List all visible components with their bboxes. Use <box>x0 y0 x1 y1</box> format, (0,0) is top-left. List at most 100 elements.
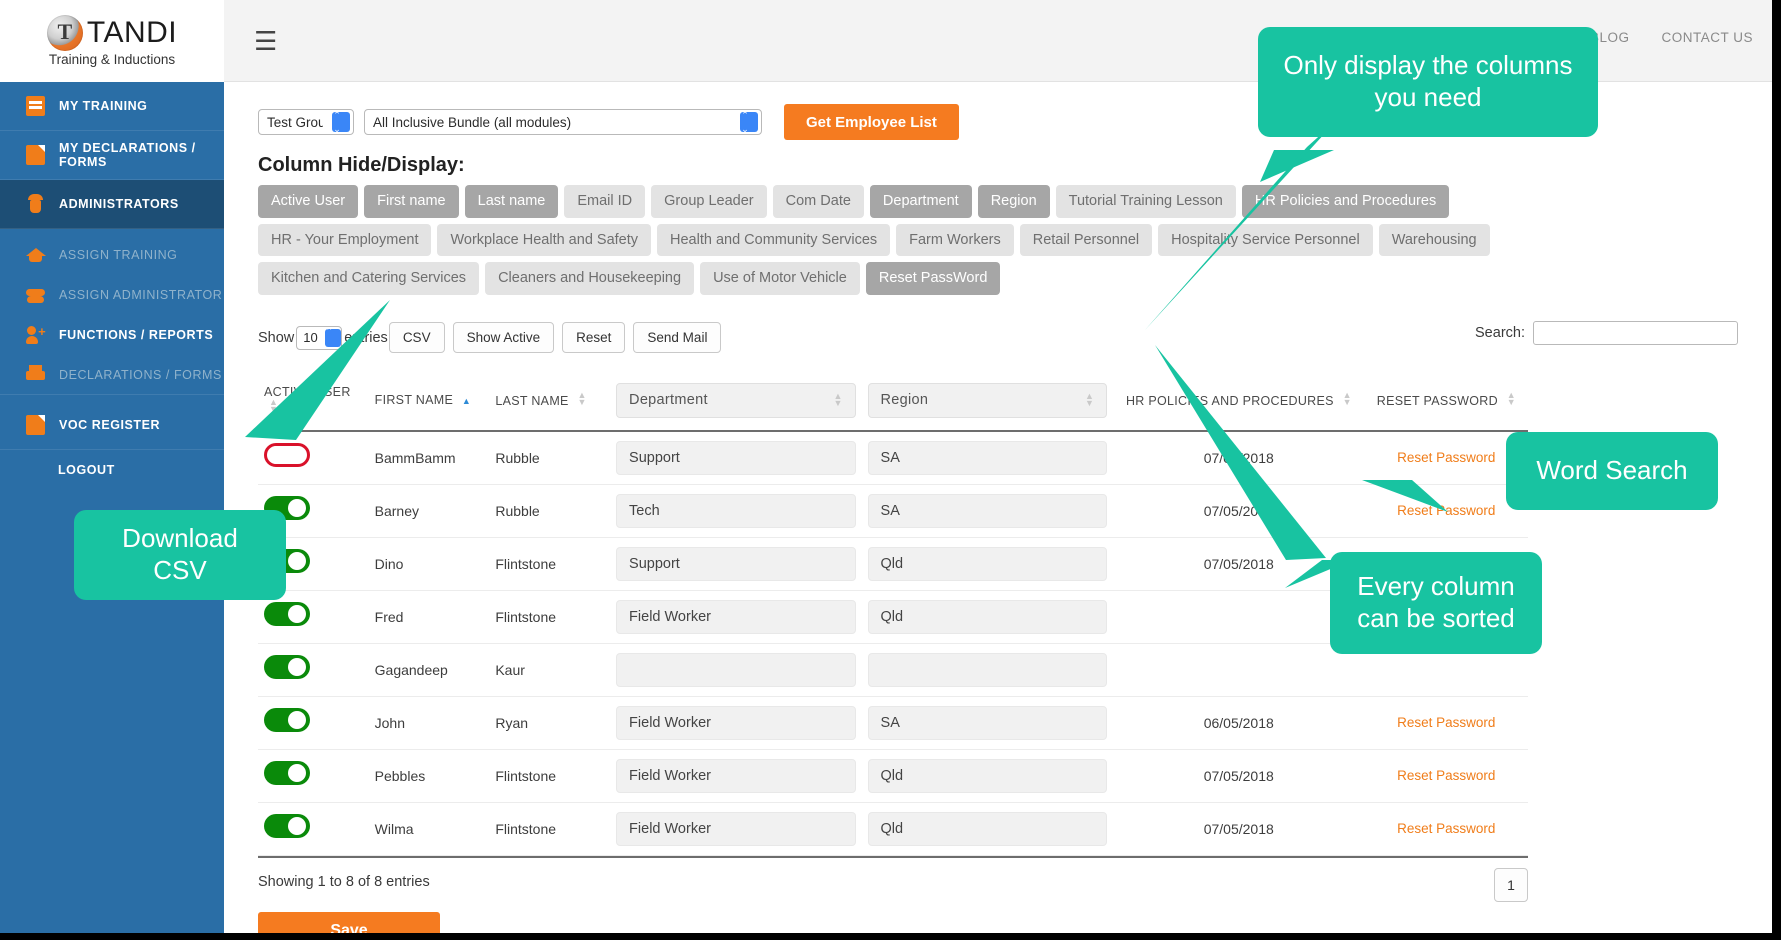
column-chip-hospitality[interactable]: Hospitality Service Personnel <box>1158 223 1373 256</box>
column-chip-retail-personnel[interactable]: Retail Personnel <box>1019 223 1153 256</box>
region-field[interactable]: Qld <box>867 811 1108 846</box>
cell-department[interactable]: Field Worker <box>610 590 862 644</box>
sidebar-item-voc-register[interactable]: VOC REGISTER <box>0 401 224 450</box>
column-chip-farm-workers[interactable]: Farm Workers <box>896 223 1014 256</box>
cell-department[interactable]: Field Worker <box>610 802 862 856</box>
region-field[interactable]: SA <box>867 493 1108 528</box>
column-chip-health-community[interactable]: Health and Community Services <box>657 223 891 256</box>
column-chip-cleaners[interactable]: Cleaners and Housekeeping <box>485 262 695 295</box>
active-user-toggle[interactable] <box>264 602 310 626</box>
pagination-page-1[interactable]: 1 <box>1494 867 1528 902</box>
cell-department[interactable]: Support <box>610 430 862 485</box>
active-user-toggle[interactable] <box>264 443 310 467</box>
sidebar-item-administrators[interactable]: ADMINISTRATORS <box>0 180 224 229</box>
th-last-name[interactable]: LAST NAME ▲ ▼ <box>489 372 611 432</box>
column-chip-group-leader[interactable]: Group Leader <box>651 185 767 218</box>
column-chip-region[interactable]: Region <box>977 185 1050 218</box>
column-chip-email-id[interactable]: Email ID <box>564 185 646 218</box>
column-chip-department[interactable]: Department <box>869 185 972 218</box>
sort-icon[interactable]: ▲ ▼ <box>1507 391 1516 407</box>
sidebar-item-assign-training[interactable]: ASSIGN TRAINING <box>0 235 224 275</box>
brand-logo-block[interactable]: TANDI Training & Inductions <box>0 0 224 82</box>
department-field[interactable]: Support <box>616 440 856 475</box>
department-field[interactable]: Field Worker <box>616 599 856 634</box>
search-input[interactable] <box>1533 320 1738 345</box>
cell-region[interactable]: Qld <box>861 537 1114 591</box>
th-region[interactable]: Region ▲ ▼ <box>861 372 1114 432</box>
sidebar-item-logout[interactable]: LOGOUT <box>0 450 224 490</box>
bundle-select[interactable]: All Inclusive Bundle (all modules) <box>364 109 762 135</box>
th-reset-password[interactable]: RESET PASSWORD ▲ ▼ <box>1364 372 1528 432</box>
cell-region[interactable]: Qld <box>861 590 1114 644</box>
sort-icon[interactable]: ▲ ▼ <box>1343 391 1352 407</box>
cell-department[interactable]: Tech <box>610 484 862 538</box>
hamburger-menu-icon[interactable]: ☰ <box>254 28 280 54</box>
cell-region[interactable]: SA <box>861 696 1114 750</box>
column-chip-motor-vehicle[interactable]: Use of Motor Vehicle <box>700 262 860 295</box>
cell-reset-password[interactable]: Reset Password <box>1364 802 1528 856</box>
cell-reset-password[interactable]: Reset Password <box>1364 430 1528 485</box>
department-field[interactable]: Tech <box>616 493 856 528</box>
th-active-user[interactable]: ACTIVE USER ▲ ▼ <box>258 372 369 432</box>
active-user-toggle[interactable] <box>264 814 310 838</box>
cell-region[interactable]: Qld <box>861 802 1114 856</box>
cell-department[interactable]: Field Worker <box>610 749 862 803</box>
column-chip-warehousing[interactable]: Warehousing <box>1378 223 1490 256</box>
sort-icon[interactable]: ▲ ▼ <box>269 398 278 414</box>
column-chip-hr-policies[interactable]: HR Policies and Procedures <box>1241 185 1450 218</box>
active-user-toggle[interactable] <box>264 655 310 679</box>
get-employee-list-button[interactable]: Get Employee List <box>784 104 959 140</box>
sidebar-item-assign-administrator[interactable]: ASSIGN ADMINISTRATOR <box>0 275 224 315</box>
th-first-name[interactable]: FIRST NAME ▲ <box>368 372 490 432</box>
cell-department[interactable] <box>610 643 862 697</box>
column-chip-hr-your-employment[interactable]: HR - Your Employment <box>258 223 432 256</box>
department-field[interactable]: Field Worker <box>616 811 856 846</box>
sidebar-item-declarations-forms[interactable]: DECLARATIONS / FORMS <box>0 355 224 395</box>
save-button[interactable]: Save <box>258 911 440 933</box>
group-select[interactable]: Test Group <box>258 109 354 135</box>
department-field[interactable]: Field Worker <box>616 705 856 740</box>
active-user-toggle[interactable] <box>264 761 310 785</box>
column-chip-reset-password[interactable]: Reset PassWord <box>865 262 1001 295</box>
department-field[interactable]: Support <box>616 546 856 581</box>
column-chip-com-date[interactable]: Com Date <box>772 185 864 218</box>
cell-department[interactable]: Field Worker <box>610 696 862 750</box>
sort-icon[interactable]: ▲ ▼ <box>1085 392 1094 408</box>
region-field[interactable] <box>867 652 1108 687</box>
column-chip-last-name[interactable]: Last name <box>464 185 559 218</box>
cell-region[interactable]: Qld <box>861 749 1114 803</box>
region-field[interactable]: Qld <box>867 546 1108 581</box>
send-mail-button[interactable]: Send Mail <box>633 322 722 353</box>
csv-button[interactable]: CSV <box>388 322 445 353</box>
column-chip-workplace-health[interactable]: Workplace Health and Safety <box>437 223 652 256</box>
column-chip-tutorial-training[interactable]: Tutorial Training Lesson <box>1055 185 1236 218</box>
cell-reset-password[interactable]: Reset Password <box>1364 484 1528 538</box>
cell-reset-password[interactable]: Reset Password <box>1364 696 1528 750</box>
cell-region[interactable] <box>861 643 1114 697</box>
column-chip-first-name[interactable]: First name <box>364 185 459 218</box>
sort-icon[interactable]: ▲ ▼ <box>834 392 843 408</box>
region-field[interactable]: SA <box>867 705 1108 740</box>
sidebar-item-functions-reports[interactable]: + FUNCTIONS / REPORTS <box>0 315 224 355</box>
th-department[interactable]: Department ▲ ▼ <box>610 372 862 432</box>
topnav-item-contact-us[interactable]: CONTACT US <box>1661 30 1753 45</box>
show-active-button[interactable]: Show Active <box>452 322 555 353</box>
column-chip-kitchen-catering[interactable]: Kitchen and Catering Services <box>258 262 480 295</box>
reset-button[interactable]: Reset <box>562 322 626 353</box>
cell-region[interactable]: SA <box>861 484 1114 538</box>
cell-department[interactable]: Support <box>610 537 862 591</box>
th-hr-policies[interactable]: HR POLICIES AND PROCEDURES ▲ ▼ <box>1113 372 1365 432</box>
department-field[interactable] <box>616 652 856 687</box>
department-field[interactable]: Field Worker <box>616 758 856 793</box>
region-field[interactable]: Qld <box>867 758 1108 793</box>
sort-icon-asc-active[interactable]: ▲ <box>462 397 471 406</box>
page-length-select[interactable]: 10 <box>296 325 343 350</box>
sidebar-item-my-declarations-forms[interactable]: MY DECLARATIONS / FORMS <box>0 131 224 180</box>
region-field[interactable]: SA <box>867 440 1108 475</box>
cell-reset-password[interactable]: Reset Password <box>1364 749 1528 803</box>
sort-icon[interactable]: ▲ ▼ <box>577 391 586 407</box>
active-user-toggle[interactable] <box>264 708 310 732</box>
sidebar-item-my-training[interactable]: MY TRAINING <box>0 82 224 131</box>
cell-region[interactable]: SA <box>861 430 1114 485</box>
column-chip-active-user[interactable]: Active User <box>258 185 359 218</box>
